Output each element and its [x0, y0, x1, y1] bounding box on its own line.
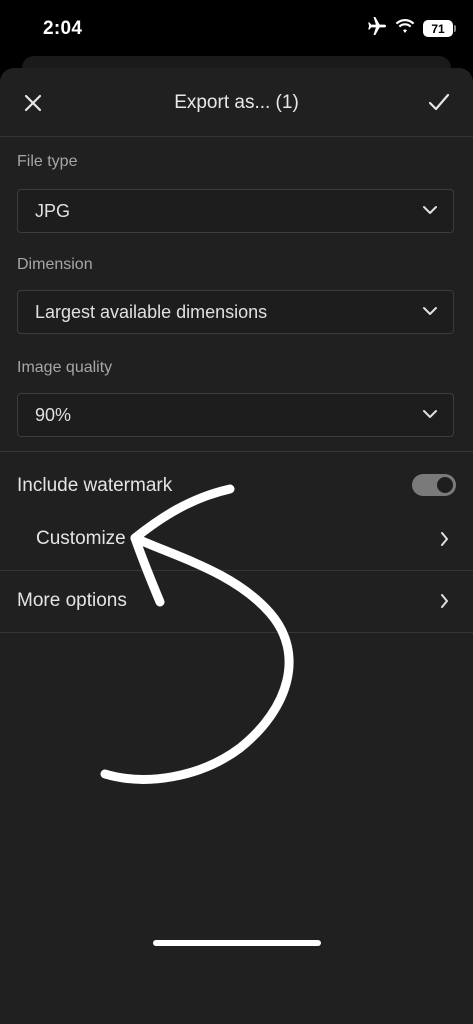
file-type-label: File type — [17, 153, 78, 170]
divider — [0, 632, 473, 633]
watermark-toggle[interactable] — [412, 474, 456, 496]
file-type-value: JPG — [35, 201, 71, 221]
file-type-select[interactable]: JPG — [17, 189, 454, 233]
chevron-down-icon — [423, 206, 437, 214]
image-quality-value: 90% — [35, 405, 72, 425]
battery-level: 71 — [431, 21, 445, 36]
status-bar: 2:04 71 — [0, 0, 473, 60]
dimension-value: Largest available dimensions — [35, 302, 268, 322]
wifi-icon — [395, 18, 415, 39]
confirm-button[interactable] — [427, 91, 451, 113]
divider — [0, 451, 473, 452]
toggle-knob — [437, 477, 453, 493]
export-sheet: Export as... (1) File type JPG Dimension… — [0, 68, 473, 1024]
battery-icon: 71 — [423, 20, 456, 37]
dimension-select[interactable]: Largest available dimensions — [17, 290, 454, 334]
status-icons: 71 — [367, 17, 456, 40]
chevron-down-icon — [423, 410, 437, 418]
include-watermark-label: Include watermark — [17, 475, 173, 496]
sheet-header: Export as... (1) — [0, 68, 473, 137]
status-time: 2:04 — [43, 18, 83, 39]
divider — [0, 570, 473, 571]
sheet-title: Export as... (1) — [174, 92, 299, 113]
more-options-label[interactable]: More options — [17, 590, 127, 612]
checkmark-icon — [428, 93, 450, 111]
chevron-down-icon — [423, 307, 437, 315]
airplane-icon — [367, 17, 387, 40]
dimension-label: Dimension — [17, 256, 93, 273]
image-quality-select[interactable]: 90% — [17, 393, 454, 437]
image-quality-label: Image quality — [17, 359, 113, 376]
chevron-right-icon[interactable] — [440, 532, 449, 546]
home-indicator[interactable] — [153, 940, 321, 946]
customize-label[interactable]: Customize — [36, 528, 126, 550]
chevron-right-icon[interactable] — [440, 594, 449, 608]
